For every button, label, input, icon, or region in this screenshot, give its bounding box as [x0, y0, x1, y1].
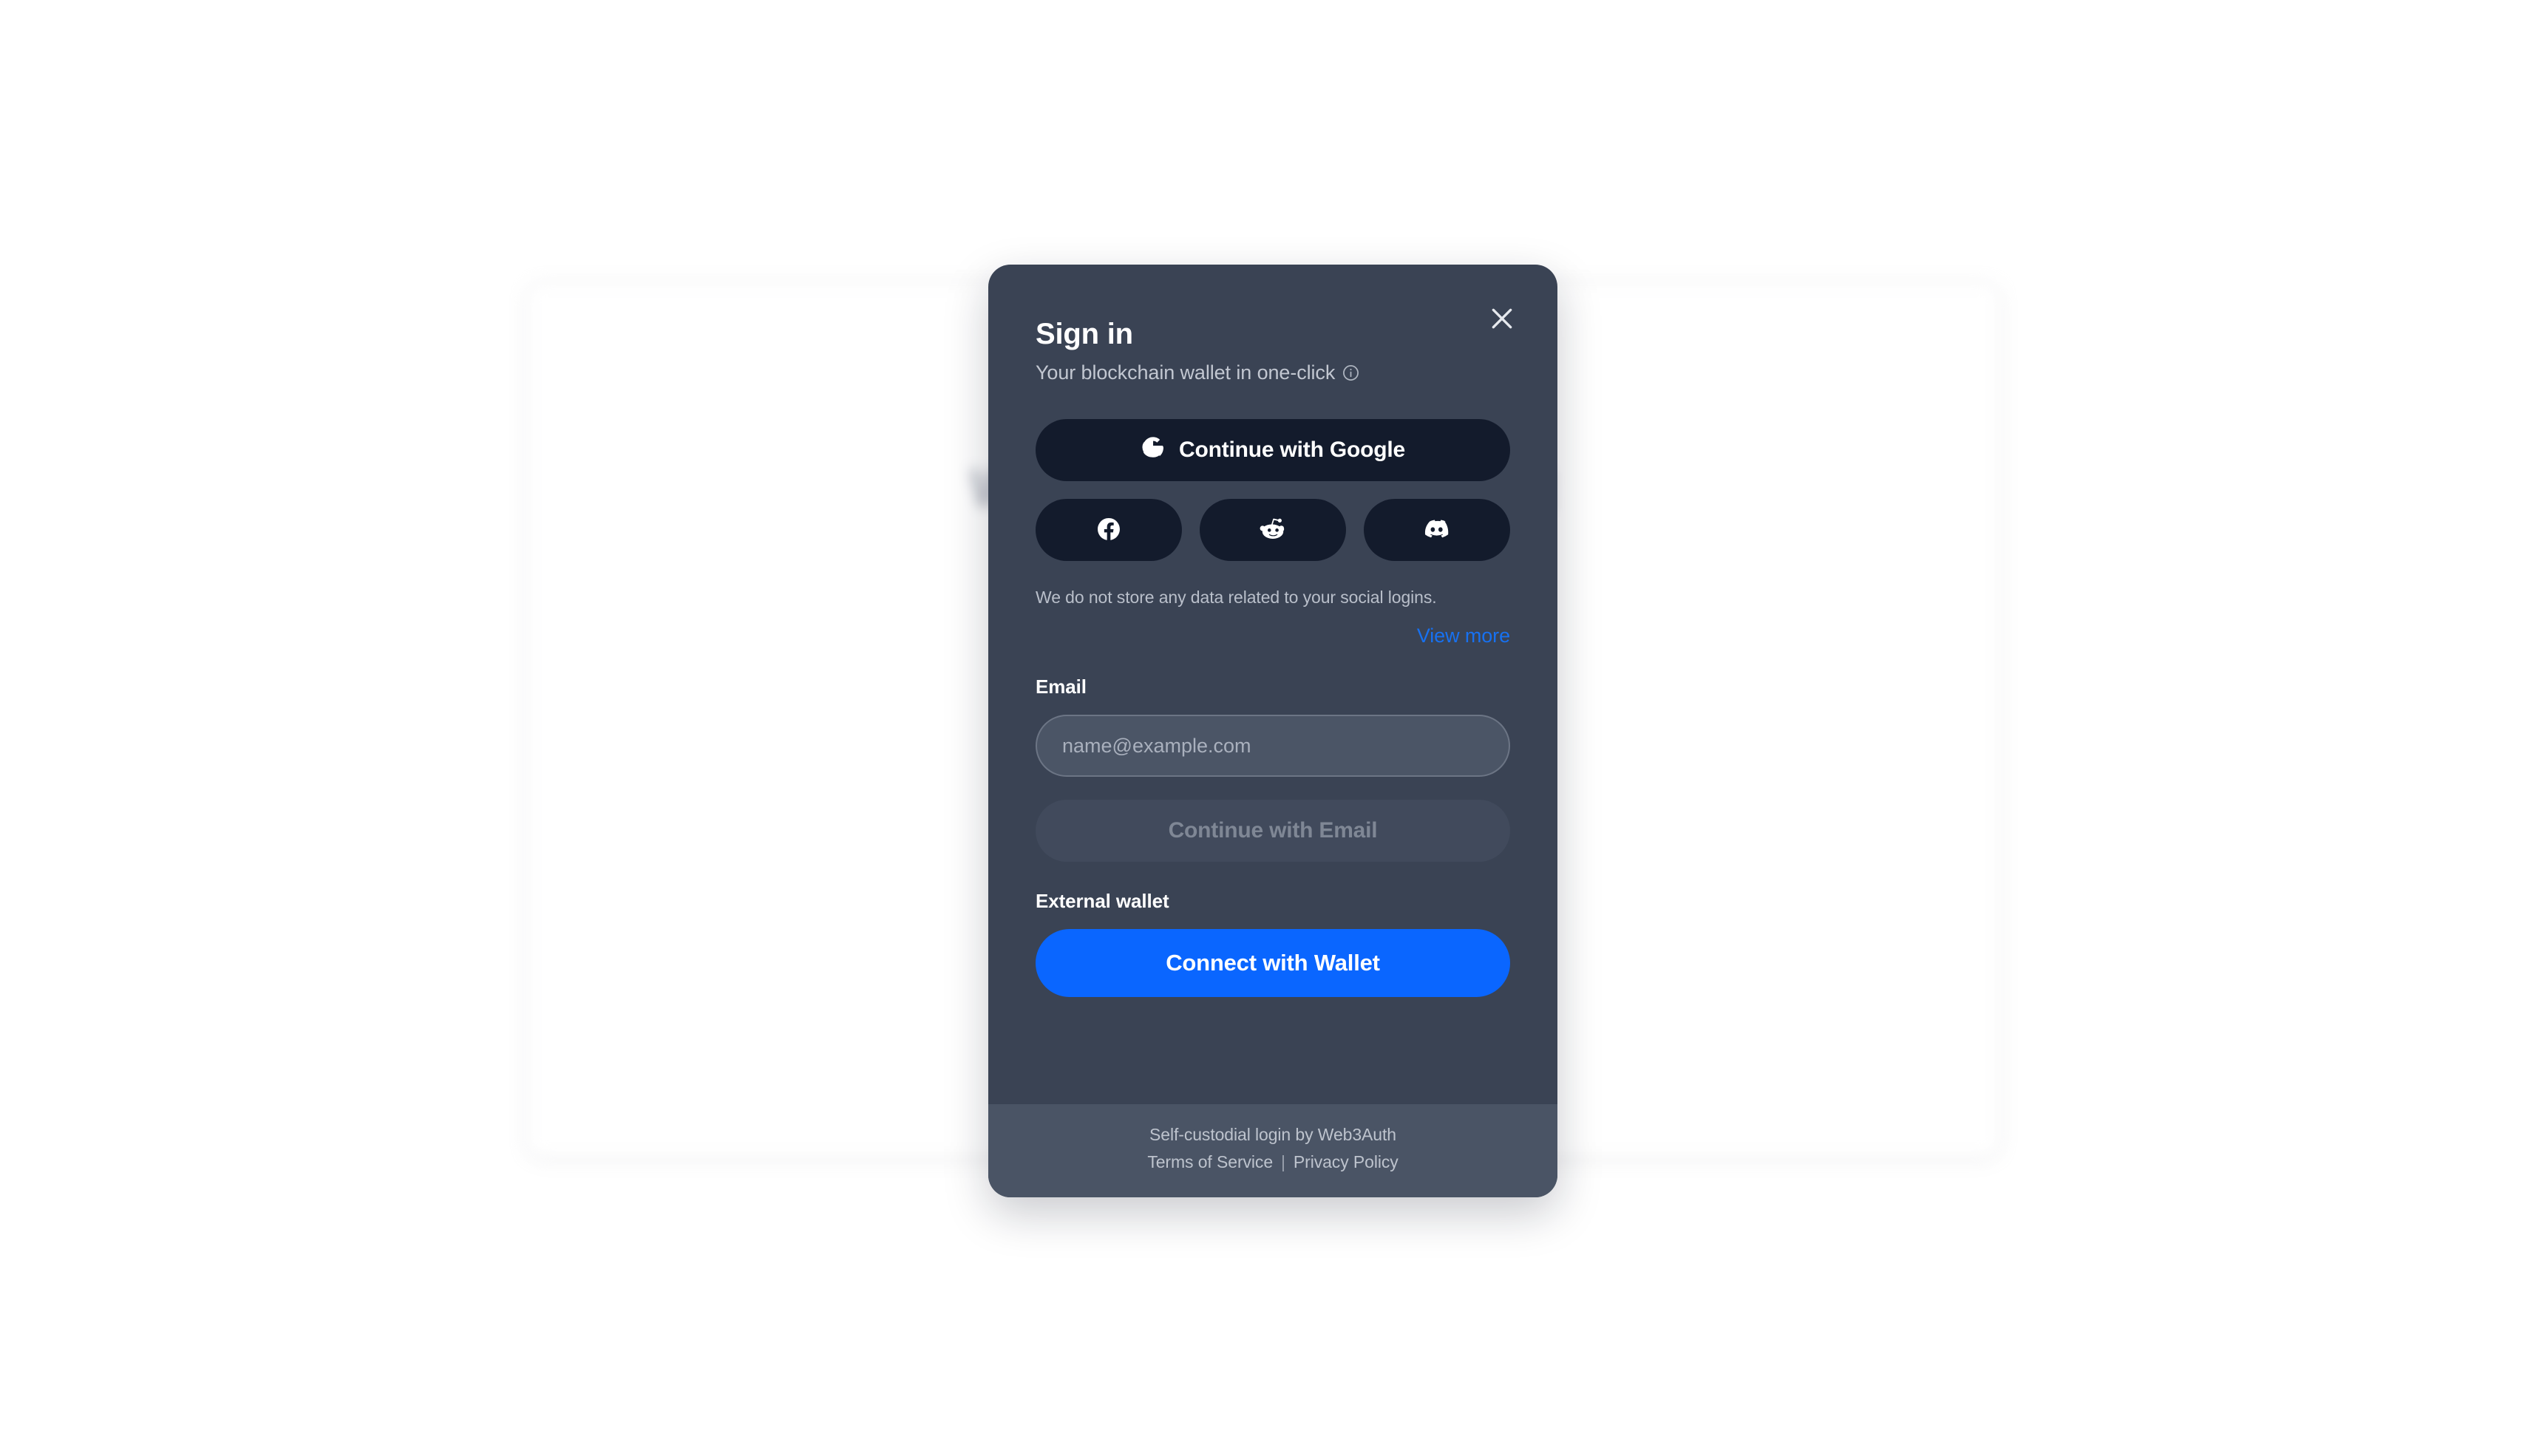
view-more-row: View more	[1036, 625, 1510, 647]
modal-subtitle: Your blockchain wallet in one-click	[1036, 361, 1336, 384]
modal-body: Sign in Your blockchain wallet in one-cl…	[988, 265, 1557, 1104]
close-icon[interactable]	[1484, 300, 1520, 337]
social-login-row	[1036, 499, 1510, 561]
terms-of-service-link[interactable]: Terms of Service	[1147, 1152, 1273, 1172]
email-field[interactable]	[1036, 715, 1510, 777]
privacy-note: We do not store any data related to your…	[1036, 588, 1437, 607]
discord-icon	[1423, 515, 1451, 545]
google-button-label: Continue with Google	[1179, 438, 1405, 462]
continue-with-email-button[interactable]: Continue with Email	[1036, 800, 1510, 862]
privacy-policy-link[interactable]: Privacy Policy	[1294, 1152, 1399, 1172]
page-title: Sign in	[1036, 318, 1133, 350]
footer-links: Terms of Service | Privacy Policy	[988, 1152, 1557, 1172]
footer-attribution: Self-custodial login by Web3Auth	[1149, 1125, 1396, 1144]
external-wallet-label: External wallet	[1036, 890, 1169, 912]
sign-in-modal: Sign in Your blockchain wallet in one-cl…	[988, 265, 1557, 1197]
connect-with-wallet-button[interactable]: Connect with Wallet	[1036, 929, 1510, 997]
reddit-icon	[1260, 516, 1286, 545]
footer-separator: |	[1281, 1152, 1285, 1171]
continue-with-facebook-button[interactable]	[1036, 499, 1182, 561]
screen: Welcome to your wallet Sign in Your bloc…	[0, 0, 2525, 1456]
continue-with-discord-button[interactable]	[1364, 499, 1510, 561]
continue-with-google-button[interactable]: Continue with Google	[1036, 419, 1510, 481]
subtitle-row: Your blockchain wallet in one-click	[1036, 361, 1510, 384]
continue-with-reddit-button[interactable]	[1200, 499, 1346, 561]
modal-footer: Self-custodial login by Web3Auth Terms o…	[988, 1104, 1557, 1197]
facebook-icon	[1095, 516, 1122, 545]
email-label: Email	[1036, 676, 1087, 698]
google-icon	[1141, 435, 1166, 466]
view-more-link[interactable]: View more	[1417, 625, 1510, 647]
info-icon[interactable]	[1342, 364, 1360, 382]
